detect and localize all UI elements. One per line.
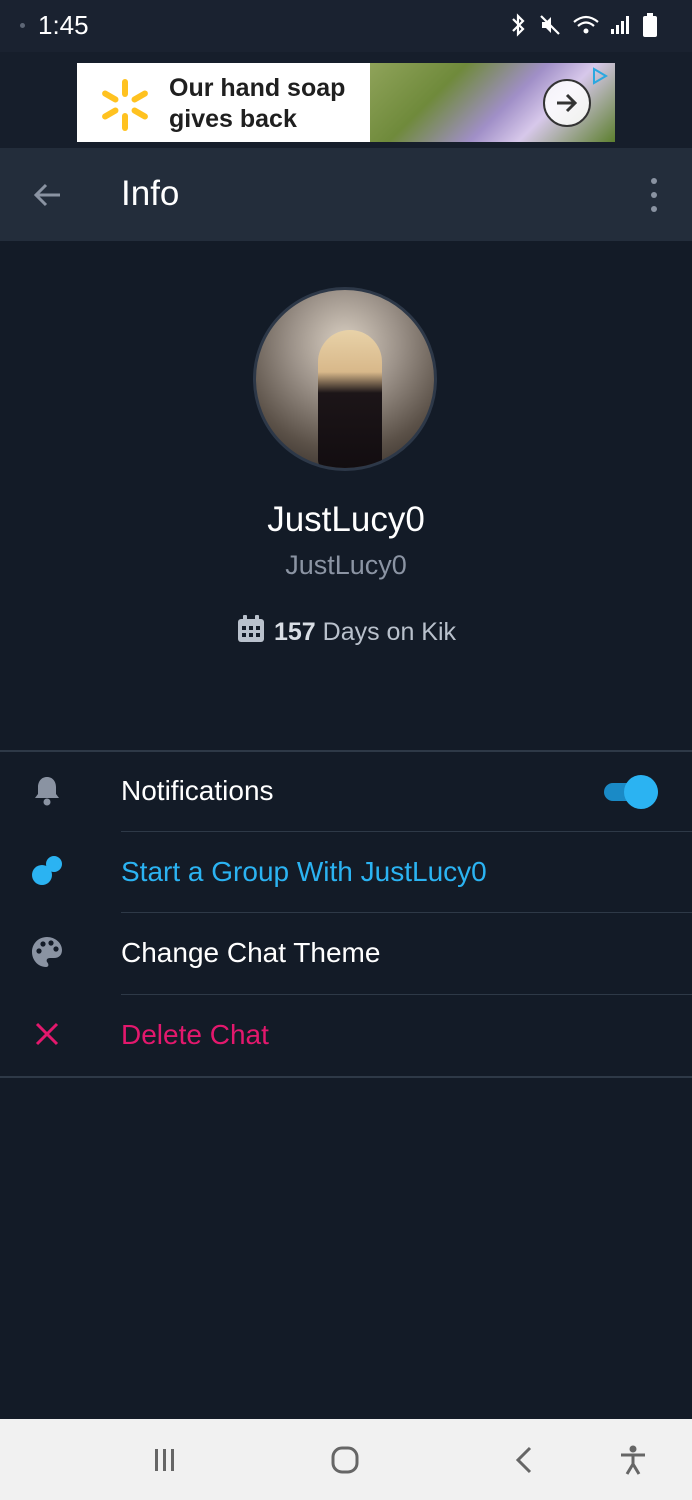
notification-dot	[20, 23, 25, 28]
avatar[interactable]	[253, 287, 437, 471]
group-icon	[30, 854, 64, 888]
adchoices-icon[interactable]	[591, 67, 609, 85]
overflow-menu-icon[interactable]	[646, 178, 662, 212]
menu-item-label: Delete Chat	[121, 1019, 269, 1050]
ad-headline: Our hand soap gives back	[169, 73, 345, 135]
avatar-photo	[318, 330, 382, 468]
days-on-kik: 157 Days on Kik	[0, 614, 692, 651]
page-title: Info	[121, 174, 180, 213]
palette-icon	[30, 935, 64, 969]
menu-item-label: Change Chat Theme	[121, 937, 381, 968]
bluetooth-icon	[508, 13, 528, 37]
close-icon	[30, 1017, 64, 1051]
accessibility-icon[interactable]	[616, 1443, 650, 1477]
notifications-toggle[interactable]	[604, 775, 658, 809]
menu-item-notifications[interactable]: Notifications	[0, 751, 692, 832]
system-nav-bar	[0, 1419, 692, 1500]
menu-item-chat-theme[interactable]: Change Chat Theme	[0, 913, 692, 994]
bell-icon	[30, 773, 64, 807]
ad-banner[interactable]: Our hand soap gives back	[77, 63, 615, 142]
days-suffix: Days on Kik	[315, 618, 457, 646]
profile-display-name: JustLucy0	[267, 500, 425, 539]
divider	[0, 1076, 692, 1078]
mute-icon	[538, 13, 562, 37]
days-text: 157 Days on Kik	[274, 618, 456, 647]
app-bar	[0, 148, 692, 241]
menu-item-label: Notifications	[121, 775, 274, 806]
ad-text-line1: Our hand soap	[169, 74, 346, 102]
recent-apps-icon[interactable]	[148, 1443, 182, 1477]
menu-item-label: Start a Group With JustLucy0	[121, 856, 487, 887]
ad-area: Our hand soap gives back	[0, 52, 692, 148]
status-time: 1:45	[38, 10, 89, 40]
back-icon[interactable]	[508, 1443, 542, 1477]
back-arrow-icon[interactable]	[30, 178, 64, 212]
calendar-icon	[236, 614, 266, 651]
wifi-icon	[572, 13, 600, 37]
status-bar: 1:45	[0, 0, 692, 52]
walmart-spark-icon	[102, 79, 148, 131]
status-icons	[508, 12, 658, 38]
signal-icon	[610, 13, 632, 37]
battery-icon	[642, 12, 658, 38]
menu-item-start-group[interactable]: Start a Group With JustLucy0	[0, 832, 692, 913]
profile-username: JustLucy0	[285, 550, 407, 580]
arrow-right-icon[interactable]	[543, 79, 591, 127]
ad-text-line2: gives back	[169, 105, 297, 133]
days-count: 157	[273, 618, 316, 646]
home-icon[interactable]	[328, 1443, 362, 1477]
menu-item-delete-chat[interactable]: Delete Chat	[0, 995, 692, 1076]
